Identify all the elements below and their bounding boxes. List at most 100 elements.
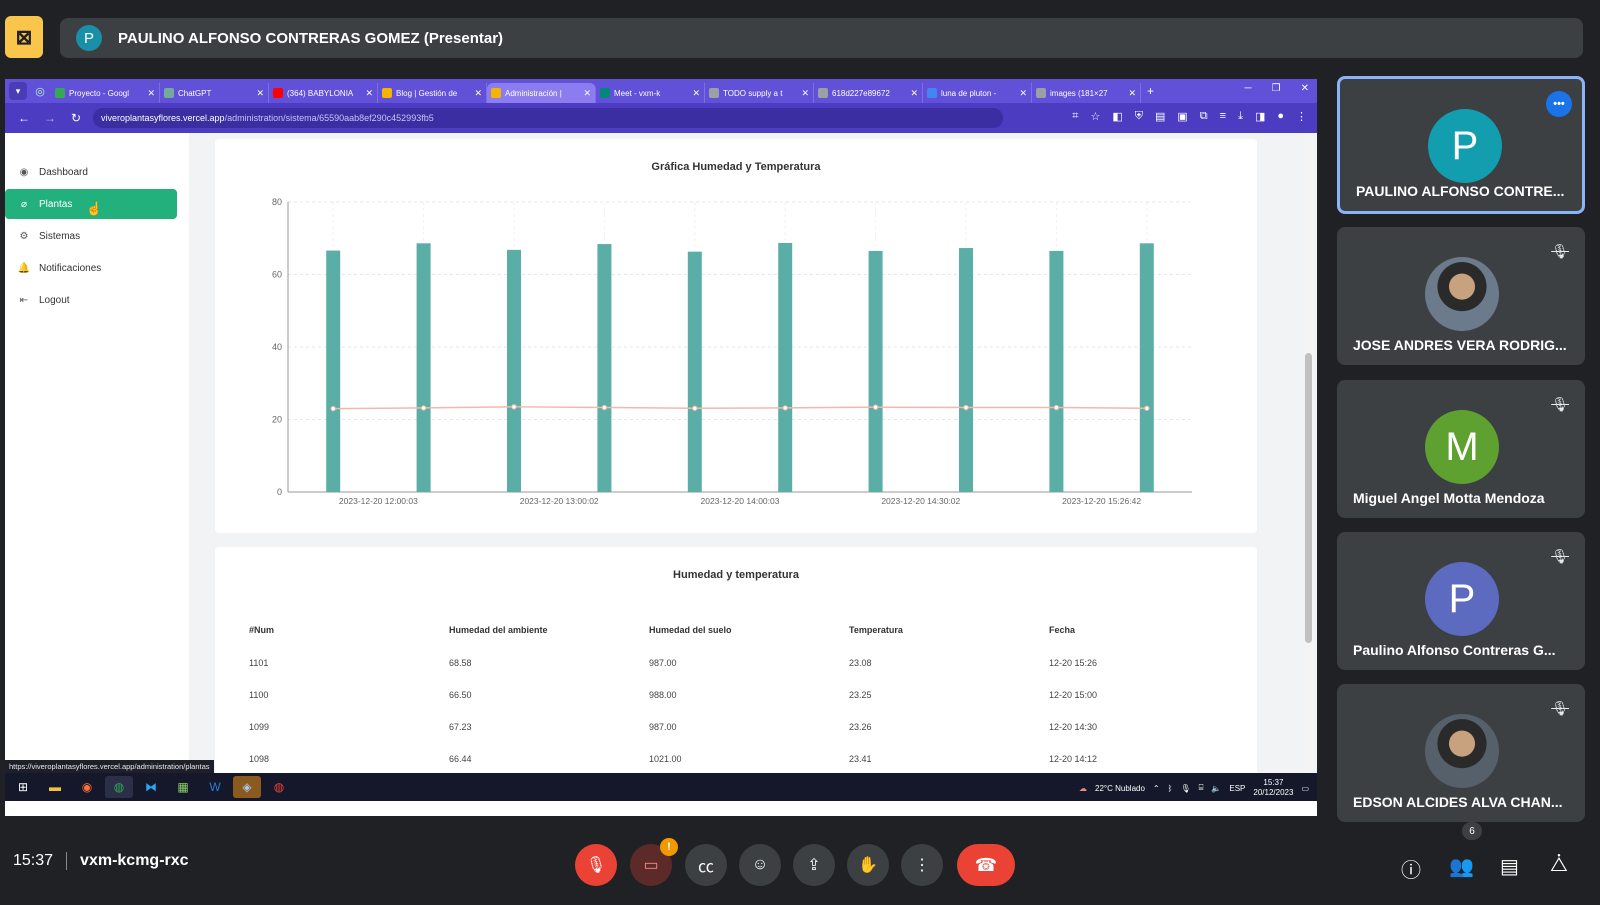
shield-extension-icon[interactable]: ⛨ [1135,110,1143,123]
page-scrollbar[interactable] [1303,133,1313,773]
table-cell: 1099 [249,722,270,732]
browser-tab[interactable]: images (181×27 ✕ [1032,83,1141,103]
participant-tile[interactable]: M 🎙 Miguel Angel Motta Mendoza [1337,380,1585,518]
sidebar-item-logout[interactable]: ⇤ Logout [5,285,177,315]
presentation-icon[interactable]: ⊠ [5,16,43,58]
sidebar-item-dashboard[interactable]: ◉ Dashboard [5,157,177,187]
reload-icon[interactable]: ↻ [69,111,83,125]
mic-muted-icon: 🎙 [1551,243,1569,259]
url-input[interactable]: viveroplantasyflores.vercel.app/administ… [93,108,1003,128]
extension-doc-icon[interactable]: ▤ [1155,110,1165,123]
profile-icon[interactable]: ● [1277,110,1284,123]
extension-icon[interactable]: ◧ [1112,110,1122,123]
close-window-icon[interactable]: ✕ [1301,83,1309,94]
puzzle-icon[interactable]: ⧉ [1200,110,1208,123]
sidebar-item-notificaciones[interactable]: 🔔 Notificaciones [5,253,177,283]
captions-button[interactable]: ㏄ [685,844,727,886]
browser-tab[interactable]: Proyecto - Googl ✕ [51,83,160,103]
notifications-icon[interactable]: ▭ [1301,784,1309,793]
browser-tab[interactable]: TODO supply a t ✕ [705,83,814,103]
back-icon[interactable]: ← [17,111,31,125]
new-tab-button[interactable]: + [1147,84,1154,98]
browser-tab[interactable]: Blog | Gestión de ✕ [378,83,487,103]
tab-close-icon[interactable]: ✕ [256,88,264,99]
browser-tab[interactable]: ChatGPT ✕ [160,83,269,103]
more-options-button[interactable]: ⋮ [901,844,943,886]
forward-icon[interactable]: → [43,111,57,125]
present-screen-button[interactable]: ⇪ [793,844,835,886]
extension-badge-icon[interactable]: ▣ [1177,110,1187,123]
tab-close-icon[interactable]: ✕ [1019,88,1027,99]
virtualbox-icon[interactable]: ◈ [233,776,261,798]
presenter-banner: P PAULINO ALFONSO CONTRERAS GOMEZ (Prese… [60,18,1583,58]
translate-icon[interactable]: ⌗ [1072,110,1078,123]
language-indicator[interactable]: ESP [1229,784,1245,793]
meeting-info-button[interactable]: ⓘ [1401,854,1421,883]
emoji-icon: ☺ [751,856,769,873]
end-call-button[interactable]: ☎ [957,844,1015,886]
sidebar-item-sistemas[interactable]: ⚙ Sistemas [5,221,177,251]
tab-close-icon[interactable]: ✕ [583,88,591,99]
taskbar-clock[interactable]: 15:37 20/12/2023 [1253,778,1293,798]
participant-tile[interactable]: 🎙 JOSE ANDRES VERA RODRIG... [1337,227,1585,365]
tab-search-icon[interactable]: ▾ [9,82,27,100]
participant-tile[interactable]: 🎙 EDSON ALCIDES ALVA CHAN... [1337,684,1585,822]
participant-tile[interactable]: P 🎙 Paulino Alfonso Contreras G... [1337,532,1585,670]
tab-close-icon[interactable]: ✕ [910,88,918,99]
weather-icon[interactable]: ☁ [1079,784,1087,793]
media-icon[interactable]: ≡ [1220,110,1226,123]
table-cell: 67.23 [449,722,472,732]
chart-card: Gráfica Humedad y Temperatura 0 20 40 60 80 2… [215,139,1257,533]
microphone-off-button[interactable]: 🎙 [575,844,617,886]
restore-icon[interactable]: ❐ [1272,83,1281,94]
tab-close-icon[interactable]: ✕ [147,88,155,99]
volume-icon[interactable]: 🔈 [1211,784,1221,793]
raise-hand-button[interactable]: ✋ [847,844,889,886]
windows-start-icon[interactable]: ⊞ [9,776,37,798]
tab-close-icon[interactable]: ✕ [692,88,700,99]
chrome-profile-icon[interactable]: ◍ [265,776,293,798]
chat-button[interactable]: ▤ [1500,854,1519,879]
tray-chevron-icon[interactable]: ⌃ [1153,784,1160,793]
table-cell: 1101 [249,658,269,668]
people-count-badge: 6 [1462,822,1482,840]
firefox-icon[interactable]: ◉ [73,776,101,798]
participant-name: Miguel Angel Motta Mendoza [1353,490,1545,506]
file-explorer-icon[interactable]: ▬ [41,776,69,798]
warning-badge: ! [660,838,678,856]
tab-close-icon[interactable]: ✕ [474,88,482,99]
scroll-thumb[interactable] [1305,353,1312,643]
vscode-icon[interactable]: ⧓ [137,776,165,798]
participant-tile[interactable]: P ••• PAULINO ALFONSO CONTRE... [1337,76,1585,214]
sidebar: ◉ Dashboard ⌀ Plantas ⚙ Sistemas 🔔 Notificacion… [5,133,189,773]
tab-close-icon[interactable]: ✕ [801,88,809,99]
browser-tab[interactable]: luna de pluton - ✕ [923,83,1032,103]
window-controls: ─ ❐ ✕ [1245,83,1309,94]
people-button[interactable]: 👥 [1449,854,1474,879]
bluetooth-icon[interactable]: ᛒ [1168,784,1173,793]
weather-text[interactable]: 22°C Nublado [1095,784,1145,793]
browser-tab[interactable]: Meet - vxm-k ✕ [596,83,705,103]
tab-close-icon[interactable]: ✕ [365,88,373,99]
bookmark-star-icon[interactable]: ☆ [1090,110,1100,123]
activities-button[interactable]: ⧊ [1550,854,1568,877]
browser-tab[interactable]: Administración | ✕ [487,83,596,103]
emoji-button[interactable]: ☺ [739,844,781,886]
tile-more-options-icon[interactable]: ••• [1546,91,1572,117]
microphone-icon[interactable]: 🎙 [1180,784,1190,793]
whatsapp-pinned-tab-icon[interactable]: ◎ [31,82,49,100]
side-panel-icon[interactable]: ◨ [1255,110,1265,123]
kebab-menu-icon[interactable]: ⋮ [1296,110,1307,123]
minimize-icon[interactable]: ─ [1245,83,1252,94]
table-row: 1099 67.23 987.00 23.26 12-20 14:30 [249,711,1249,743]
word-icon[interactable]: W [201,776,229,798]
download-icon[interactable]: ⤓ [1238,110,1243,123]
camera-off-button[interactable]: ▭ ! [630,838,678,886]
browser-tab[interactable]: 618d227e89672 ✕ [814,83,923,103]
chrome-icon[interactable]: ◍ [105,776,133,798]
browser-tab[interactable]: (364) BABYLONIA ✕ [269,83,378,103]
network-icon[interactable]: ⌸ [1199,783,1204,793]
tab-close-icon[interactable]: ✕ [1128,88,1136,99]
notepad-icon[interactable]: ▦ [169,776,197,798]
table-header-cell: Humedad del suelo [649,625,732,635]
